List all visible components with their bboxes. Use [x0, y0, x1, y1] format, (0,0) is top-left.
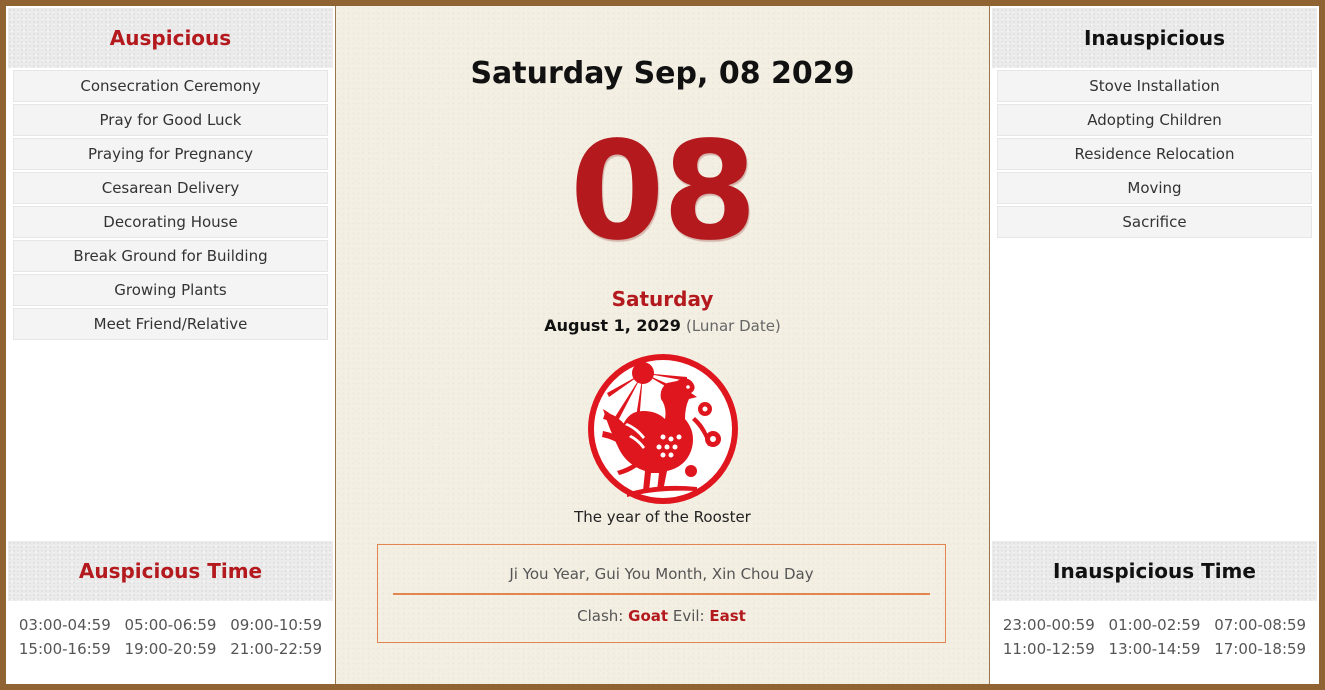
auspicious-time-grid: 03:00-04:59 05:00-06:59 09:00-10:59 15:0… — [6, 616, 335, 658]
time-slot: 01:00-02:59 — [1108, 616, 1201, 634]
day-number: 08 — [569, 113, 757, 271]
inauspicious-list: Stove Installation Adopting Children Res… — [997, 70, 1312, 240]
time-slot: 17:00-18:59 — [1214, 640, 1307, 658]
evil-value: East — [709, 607, 746, 625]
time-slot: 07:00-08:59 — [1214, 616, 1307, 634]
lunar-date-note: (Lunar Date) — [685, 317, 781, 335]
time-slot: 23:00-00:59 — [1002, 616, 1095, 634]
auspicious-item[interactable]: Growing Plants — [13, 274, 328, 306]
auspicious-time-heading: Auspicious Time — [8, 541, 333, 601]
auspicious-heading: Auspicious — [8, 8, 333, 68]
inauspicious-item[interactable]: Stove Installation — [997, 70, 1312, 102]
inauspicious-column: Inauspicious Stove Installation Adopting… — [989, 6, 1319, 684]
weekday-label: Saturday — [611, 287, 714, 311]
calendar-page: Auspicious Consecration Ceremony Pray fo… — [6, 6, 1319, 684]
clash-label: Clash: — [577, 607, 624, 625]
auspicious-item[interactable]: Pray for Good Luck — [13, 104, 328, 136]
clash-evil-line: Clash: Goat Evil: East — [378, 607, 945, 625]
zodiac-caption: The year of the Rooster — [574, 508, 751, 526]
auspicious-item[interactable]: Cesarean Delivery — [13, 172, 328, 204]
info-divider — [393, 593, 930, 595]
time-slot: 21:00-22:59 — [230, 640, 323, 658]
auspicious-item[interactable]: Meet Friend/Relative — [13, 308, 328, 340]
evil-label: Evil: — [672, 607, 705, 625]
inauspicious-time-grid: 23:00-00:59 01:00-02:59 07:00-08:59 11:0… — [990, 616, 1319, 658]
auspicious-item[interactable]: Decorating House — [13, 206, 328, 238]
date-panel: Saturday Sep, 08 2029 08 Saturday August… — [336, 6, 989, 684]
time-slot: 09:00-10:59 — [230, 616, 323, 634]
full-date-title: Saturday Sep, 08 2029 — [470, 56, 855, 91]
lunar-date-value: August 1, 2029 — [544, 316, 681, 335]
rooster-papercut-icon — [587, 354, 738, 504]
lunar-date: August 1, 2029 (Lunar Date) — [336, 316, 989, 335]
inauspicious-item[interactable]: Residence Relocation — [997, 138, 1312, 170]
time-slot: 13:00-14:59 — [1108, 640, 1201, 658]
time-slot: 11:00-12:59 — [1002, 640, 1095, 658]
auspicious-item[interactable]: Consecration Ceremony — [13, 70, 328, 102]
inauspicious-item[interactable]: Adopting Children — [997, 104, 1312, 136]
auspicious-item[interactable]: Praying for Pregnancy — [13, 138, 328, 170]
inauspicious-heading: Inauspicious — [992, 8, 1317, 68]
clash-value: Goat — [628, 607, 669, 625]
inauspicious-time-heading: Inauspicious Time — [992, 541, 1317, 601]
ganzhi-text: Ji You Year, Gui You Month, Xin Chou Day — [509, 565, 814, 583]
ganzhi-info-box: Ji You Year, Gui You Month, Xin Chou Day… — [377, 544, 946, 643]
inauspicious-item[interactable]: Moving — [997, 172, 1312, 204]
auspicious-item[interactable]: Break Ground for Building — [13, 240, 328, 272]
time-slot: 19:00-20:59 — [124, 640, 217, 658]
auspicious-list: Consecration Ceremony Pray for Good Luck… — [13, 70, 328, 342]
time-slot: 05:00-06:59 — [124, 616, 217, 634]
inauspicious-item[interactable]: Sacrifice — [997, 206, 1312, 238]
time-slot: 15:00-16:59 — [18, 640, 111, 658]
auspicious-column: Auspicious Consecration Ceremony Pray fo… — [6, 6, 336, 684]
time-slot: 03:00-04:59 — [18, 616, 111, 634]
